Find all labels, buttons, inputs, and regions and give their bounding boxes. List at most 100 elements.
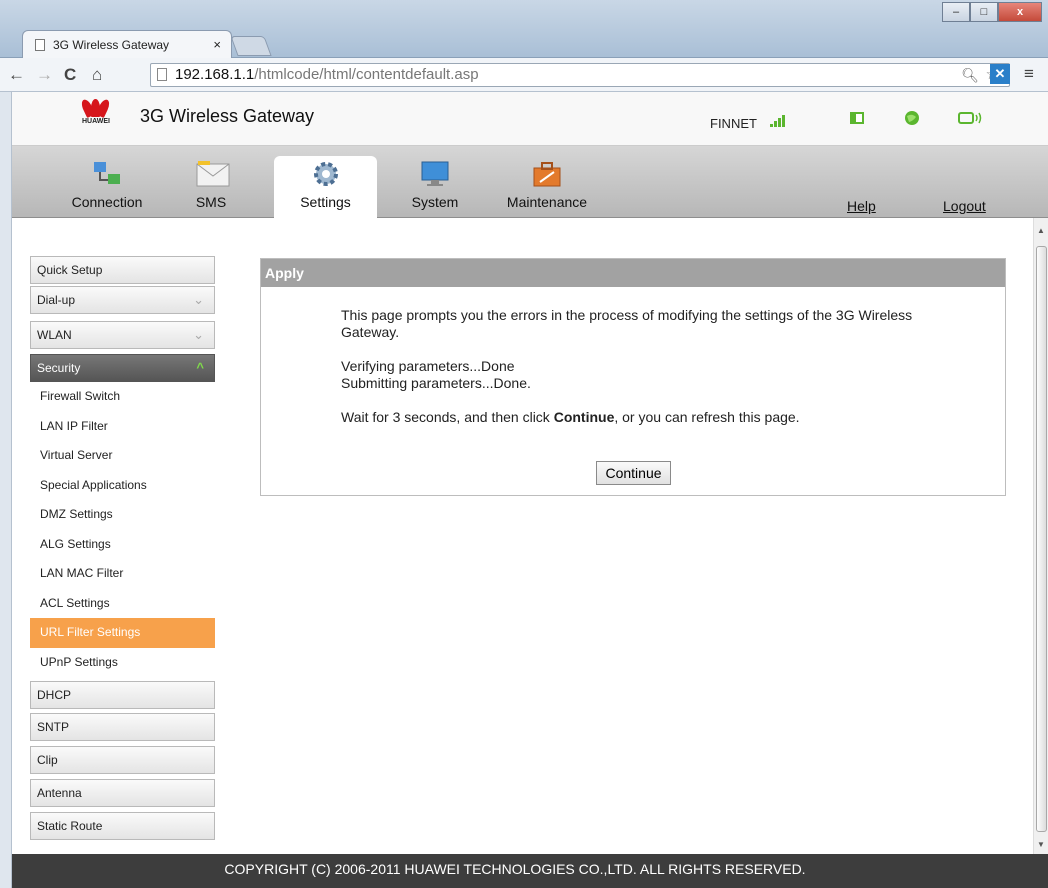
tab-sms[interactable]: SMS (176, 146, 246, 218)
forward-icon[interactable]: → (36, 65, 53, 85)
tab-close-icon[interactable]: × (213, 37, 221, 52)
sidebar-item-dhcp[interactable]: DHCP (30, 681, 215, 709)
page-icon (157, 68, 167, 81)
sidebar-item-label: ACL Settings (40, 596, 110, 610)
scroll-up-icon[interactable]: ▲ (1037, 226, 1045, 235)
new-tab-button[interactable] (230, 36, 272, 56)
chevron-up-icon: ^ (196, 360, 204, 375)
tab-maintenance-label: Maintenance (506, 194, 588, 210)
page-title: 3G Wireless Gateway (140, 106, 315, 126)
sidebar-item-label: Quick Setup (37, 263, 103, 277)
tab-maintenance[interactable]: Maintenance (492, 146, 602, 218)
close-window-button[interactable]: x (998, 2, 1042, 22)
window-controls: – □ x (942, 2, 1042, 22)
sidebar-item-label: ALG Settings (40, 537, 111, 551)
maximize-button[interactable]: □ (970, 2, 998, 22)
sidebar-item-label: Dial-up (37, 293, 76, 307)
tab-settings-label: Settings (300, 194, 351, 210)
sidebar-item-label: Security (37, 361, 81, 375)
sidebar-item-label: LAN MAC Filter (40, 566, 124, 580)
connection-icon (92, 160, 122, 188)
scroll-down-icon[interactable]: ▼ (1037, 840, 1045, 849)
sidebar-item-label: Special Applications (40, 478, 147, 492)
intro-text: This page prompts you the errors in the … (341, 307, 913, 340)
sidebar-item-sntp[interactable]: SNTP (30, 713, 215, 741)
sidebar-item-label: Clip (37, 753, 58, 767)
verifying-status: Verifying parameters...Done (341, 358, 515, 374)
sidebar-item-dial-up[interactable]: Dial-up ⌄ (30, 286, 215, 314)
sidebar-item-special-applications[interactable]: Special Applications (30, 471, 215, 501)
menu-icon[interactable]: ≡ (1024, 64, 1034, 84)
sidebar-item-label: Static Route (37, 819, 103, 833)
sidebar-item-url-filter-settings[interactable]: URL Filter Settings (30, 618, 215, 648)
back-icon[interactable]: ← (8, 65, 25, 85)
browser-tab[interactable]: 3G Wireless Gateway × (22, 30, 232, 58)
extension-icon[interactable]: ✕ (990, 64, 1010, 84)
window-frame (0, 92, 12, 888)
sidebar-item-antenna[interactable]: Antenna (30, 779, 215, 807)
huawei-logo: HUAWEI (76, 97, 116, 138)
logo-text: HUAWEI (82, 118, 110, 125)
gateway-header: HUAWEI 3G Wireless Gateway FINNET (12, 92, 1048, 146)
sidebar-item-dmz-settings[interactable]: DMZ Settings (30, 500, 215, 530)
sidebar-item-alg-settings[interactable]: ALG Settings (30, 530, 215, 560)
sidebar-item-wlan[interactable]: WLAN ⌄ (30, 321, 215, 349)
sidebar-item-security[interactable]: Security ^ (30, 354, 215, 382)
vertical-scrollbar[interactable]: ▲ ▼ (1033, 218, 1048, 854)
continue-keyword: Continue (553, 409, 615, 425)
browser-titlebar: 3G Wireless Gateway × – □ x (0, 0, 1048, 58)
sidebar-item-label: Antenna (37, 786, 82, 800)
sidebar-item-acl-settings[interactable]: ACL Settings (30, 589, 215, 619)
reload-icon[interactable]: C (64, 65, 76, 85)
sidebar-item-clip[interactable]: Clip (30, 746, 215, 774)
address-bar-row: ← → C ⌂ 192.168.1.1/htmlcode/html/conten… (0, 58, 1048, 92)
tab-system-label: System (411, 194, 459, 210)
carrier-name: FINNET (710, 116, 757, 131)
tab-connection-label: Connection (71, 194, 143, 210)
internet-globe-icon (904, 110, 920, 126)
logout-link[interactable]: Logout (943, 198, 986, 214)
sidebar-item-label: DHCP (37, 688, 72, 702)
sidebar-item-upnp-settings[interactable]: UPnP Settings (30, 648, 215, 678)
sidebar-item-label: Firewall Switch (40, 389, 121, 403)
sidebar-item-label: URL Filter Settings (40, 625, 141, 639)
help-link[interactable]: Help (847, 198, 876, 214)
scroll-thumb[interactable] (1036, 246, 1047, 832)
chevron-down-icon: ⌄ (193, 327, 204, 342)
sidebar-item-label: DMZ Settings (40, 507, 113, 521)
gear-icon (311, 160, 341, 188)
panel-body: This page prompts you the errors in the … (261, 287, 1005, 463)
sidebar-item-label: Virtual Server (40, 448, 113, 462)
sim-status-icon (850, 112, 864, 124)
tab-sms-label: SMS (195, 194, 227, 210)
chevron-down-icon: ⌄ (193, 292, 204, 307)
envelope-icon (196, 160, 230, 188)
tab-title: 3G Wireless Gateway (53, 38, 170, 52)
tab-system[interactable]: System (400, 146, 470, 218)
sidebar-item-quick-setup[interactable]: Quick Setup (30, 256, 215, 284)
sidebar-item-lan-mac-filter[interactable]: LAN MAC Filter (30, 559, 215, 589)
sidebar: Quick Setup Dial-up ⌄ WLAN ⌄ Security ^ … (12, 218, 215, 854)
home-icon[interactable]: ⌂ (92, 65, 102, 85)
main-nav: Connection SMS Settings System Maintenan… (12, 146, 1048, 218)
page-icon (35, 39, 45, 51)
url-host: 192.168.1.1 (175, 66, 255, 83)
main-content: Apply This page prompts you the errors i… (215, 218, 1033, 854)
submitting-status: Submitting parameters...Done. (341, 375, 531, 391)
tab-settings[interactable]: Settings (274, 156, 377, 218)
sidebar-item-static-route[interactable]: Static Route (30, 812, 215, 840)
url-input[interactable]: 192.168.1.1/htmlcode/html/contentdefault… (150, 63, 1010, 87)
sidebar-item-label: LAN IP Filter (40, 419, 108, 433)
zoom-icon[interactable]: 🔍︎ (961, 64, 979, 86)
tab-connection[interactable]: Connection (62, 146, 152, 218)
minimize-button[interactable]: – (942, 2, 970, 22)
continue-button[interactable]: Continue (596, 461, 671, 485)
sidebar-item-firewall-switch[interactable]: Firewall Switch (30, 382, 215, 412)
url-path: /htmlcode/html/contentdefault.asp (254, 66, 479, 83)
toolbox-icon (532, 160, 562, 188)
copyright-text: COPYRIGHT (C) 2006-2011 HUAWEI TECHNOLOG… (224, 861, 806, 877)
sidebar-item-virtual-server[interactable]: Virtual Server (30, 441, 215, 471)
footer: COPYRIGHT (C) 2006-2011 HUAWEI TECHNOLOG… (12, 854, 1048, 888)
panel-heading: Apply (261, 259, 1005, 287)
sidebar-item-lan-ip-filter[interactable]: LAN IP Filter (30, 412, 215, 442)
